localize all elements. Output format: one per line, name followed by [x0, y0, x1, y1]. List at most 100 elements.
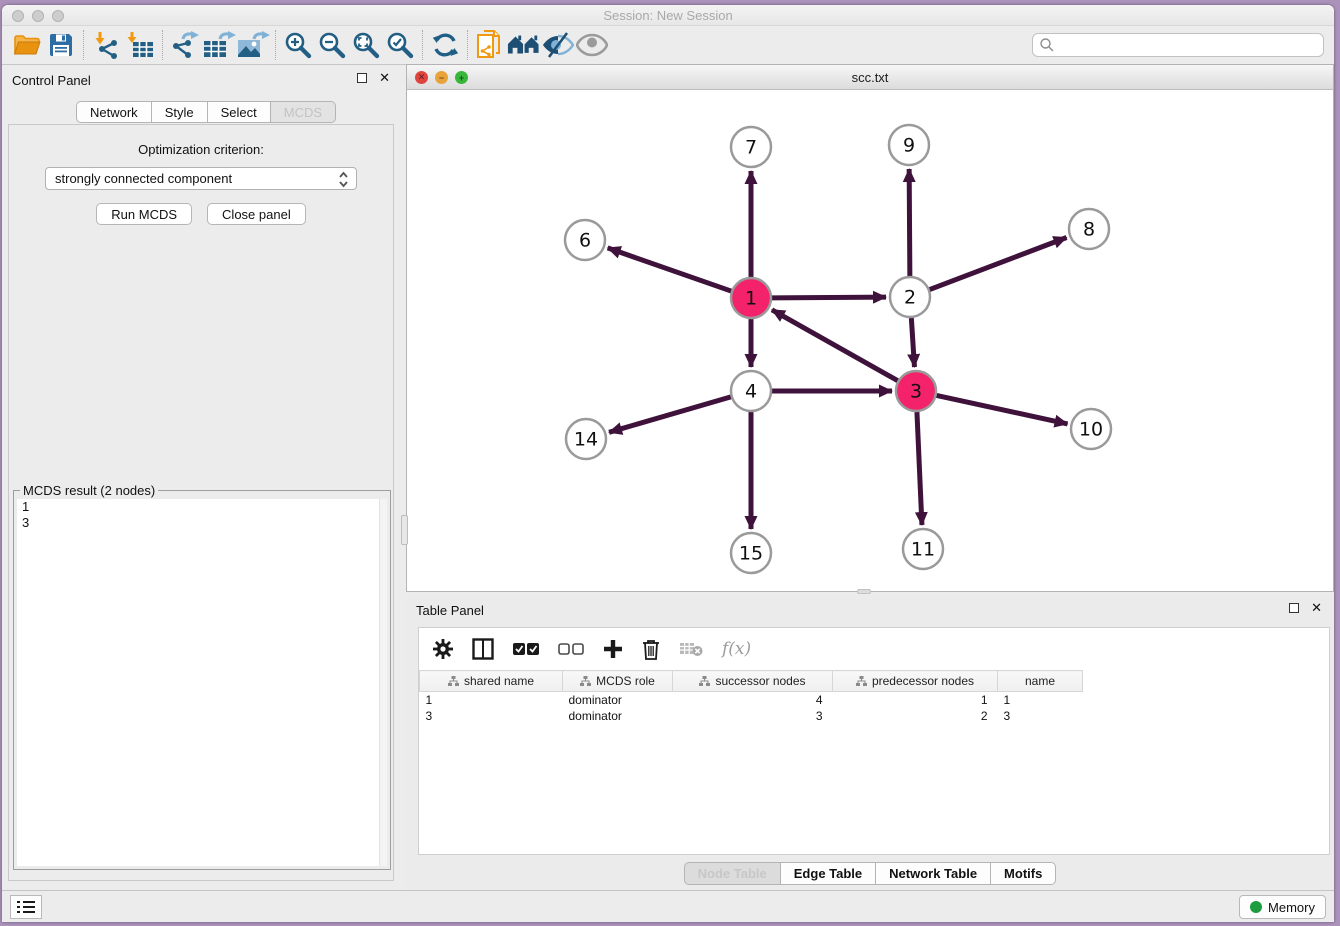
control-panel: Control Panel ✕ NetworkStyleSelectMCDS O… — [2, 65, 402, 890]
horizontal-splitter-handle[interactable] — [857, 589, 871, 594]
window-title: Session: New Session — [2, 8, 1334, 23]
zoom-selected-icon[interactable] — [383, 29, 417, 61]
tab-style[interactable]: Style — [152, 101, 208, 123]
edge-4-14[interactable] — [609, 397, 731, 432]
edge-3-11[interactable] — [917, 412, 922, 525]
hide-selected-icon[interactable] — [541, 29, 575, 61]
tab-node-table[interactable]: Node Table — [684, 862, 781, 885]
node-table-body: f(x) shared nameMCDS rolesuccessor nodes… — [418, 627, 1330, 855]
edge-1-2[interactable] — [772, 297, 886, 298]
zoom-out-icon[interactable] — [315, 29, 349, 61]
zoom-in-icon[interactable] — [281, 29, 315, 61]
zoom-fit-icon[interactable] — [349, 29, 383, 61]
edge-3-1[interactable] — [772, 310, 898, 381]
control-panel-tabs: NetworkStyleSelectMCDS — [76, 101, 336, 123]
cell[interactable]: 2 — [833, 708, 998, 724]
deselect-all-checkboxes-icon[interactable] — [558, 642, 584, 656]
node-label-3: 3 — [910, 381, 922, 403]
memory-status-icon — [1250, 901, 1262, 913]
new-network-from-selection-icon[interactable] — [473, 29, 507, 61]
column-header-name[interactable]: name — [998, 671, 1083, 692]
criterion-select[interactable]: strongly connected component — [45, 167, 357, 190]
node-label-1: 1 — [745, 288, 757, 310]
column-header-successor-nodes[interactable]: successor nodes — [673, 671, 833, 692]
titlebar: Session: New Session — [2, 5, 1334, 26]
edge-2-8[interactable] — [930, 238, 1067, 290]
network-canvas[interactable]: 7968124314101511 — [407, 90, 1333, 591]
select-all-checkboxes-icon[interactable] — [513, 642, 539, 656]
node-label-10: 10 — [1079, 419, 1103, 441]
mcds-panel: Optimization criterion: strongly connect… — [8, 124, 394, 881]
node-label-8: 8 — [1083, 219, 1095, 241]
cell[interactable]: 1 — [833, 692, 998, 708]
close-table-panel-icon[interactable]: ✕ — [1311, 603, 1322, 613]
network-graph[interactable]: 7968124314101511 — [407, 90, 1333, 591]
import-table-icon[interactable] — [123, 29, 157, 61]
tab-motifs[interactable]: Motifs — [991, 862, 1056, 885]
control-panel-title: Control Panel — [12, 73, 91, 88]
column-header-shared-name[interactable]: shared name — [420, 671, 563, 692]
show-all-icon[interactable] — [575, 29, 609, 61]
table-row[interactable]: 1dominator411 — [420, 692, 1083, 708]
float-table-panel-icon[interactable] — [1289, 603, 1299, 613]
tab-network[interactable]: Network — [76, 101, 152, 123]
table-row[interactable]: 3dominator323 — [420, 708, 1083, 724]
add-row-icon[interactable] — [603, 639, 623, 659]
export-network-icon[interactable] — [168, 29, 202, 61]
cell[interactable]: 1 — [420, 692, 563, 708]
save-session-icon[interactable] — [44, 29, 78, 61]
vertical-splitter-handle[interactable] — [401, 515, 408, 545]
refresh-icon[interactable] — [428, 29, 462, 61]
node-label-11: 11 — [911, 539, 935, 561]
cell[interactable]: dominator — [563, 708, 673, 724]
network-window-title: scc.txt — [407, 70, 1333, 85]
first-neighbors-icon[interactable] — [507, 29, 541, 61]
cell[interactable]: 4 — [673, 692, 833, 708]
node-table[interactable]: shared nameMCDS rolesuccessor nodesprede… — [419, 670, 1083, 724]
tab-mcds[interactable]: MCDS — [271, 101, 336, 123]
result-line: 1 — [17, 499, 387, 515]
edge-2-3[interactable] — [911, 318, 914, 367]
mcds-result-legend: MCDS result (2 nodes) — [20, 483, 158, 498]
node-label-15: 15 — [739, 543, 763, 565]
close-panel-button[interactable]: Close panel — [207, 203, 306, 225]
result-scrollbar[interactable] — [379, 499, 387, 866]
cell[interactable]: 1 — [998, 692, 1083, 708]
mcds-result-list[interactable]: 13 — [17, 499, 387, 866]
node-label-7: 7 — [745, 137, 757, 159]
memory-button[interactable]: Memory — [1239, 895, 1326, 919]
settings-gear-icon[interactable] — [433, 639, 453, 659]
open-file-icon[interactable] — [10, 29, 44, 61]
edge-1-6[interactable] — [608, 248, 732, 291]
node-label-14: 14 — [574, 429, 598, 451]
function-builder-icon: f(x) — [722, 639, 751, 659]
optimization-criterion-label: Optimization criterion: — [9, 142, 393, 157]
cell[interactable]: dominator — [563, 692, 673, 708]
show-column-panel-icon[interactable] — [472, 638, 494, 660]
tab-network-table[interactable]: Network Table — [876, 862, 991, 885]
task-history-button[interactable] — [10, 895, 42, 919]
result-line: 3 — [17, 515, 387, 531]
search-input[interactable] — [1055, 38, 1317, 52]
export-image-icon[interactable] — [236, 29, 270, 61]
tab-edge-table[interactable]: Edge Table — [781, 862, 876, 885]
cell[interactable]: 3 — [998, 708, 1083, 724]
delete-rows-icon[interactable] — [642, 639, 660, 660]
run-mcds-button[interactable]: Run MCDS — [96, 203, 192, 225]
criterion-value: strongly connected component — [55, 171, 232, 186]
cell[interactable]: 3 — [673, 708, 833, 724]
search-icon — [1039, 37, 1055, 53]
search-field[interactable] — [1032, 33, 1324, 57]
column-header-predecessor-nodes[interactable]: predecessor nodes — [833, 671, 998, 692]
network-window-titlebar[interactable]: ✕ − + scc.txt — [407, 65, 1333, 90]
close-panel-icon[interactable]: ✕ — [379, 73, 390, 83]
float-panel-icon[interactable] — [357, 73, 367, 83]
column-header-MCDS-role[interactable]: MCDS role — [563, 671, 673, 692]
tab-select[interactable]: Select — [208, 101, 271, 123]
edge-3-10[interactable] — [937, 395, 1068, 423]
edge-2-9[interactable] — [909, 169, 910, 276]
import-network-icon[interactable] — [89, 29, 123, 61]
cell[interactable]: 3 — [420, 708, 563, 724]
table-panel: Table Panel ✕ — [406, 595, 1334, 890]
export-table-icon[interactable] — [202, 29, 236, 61]
